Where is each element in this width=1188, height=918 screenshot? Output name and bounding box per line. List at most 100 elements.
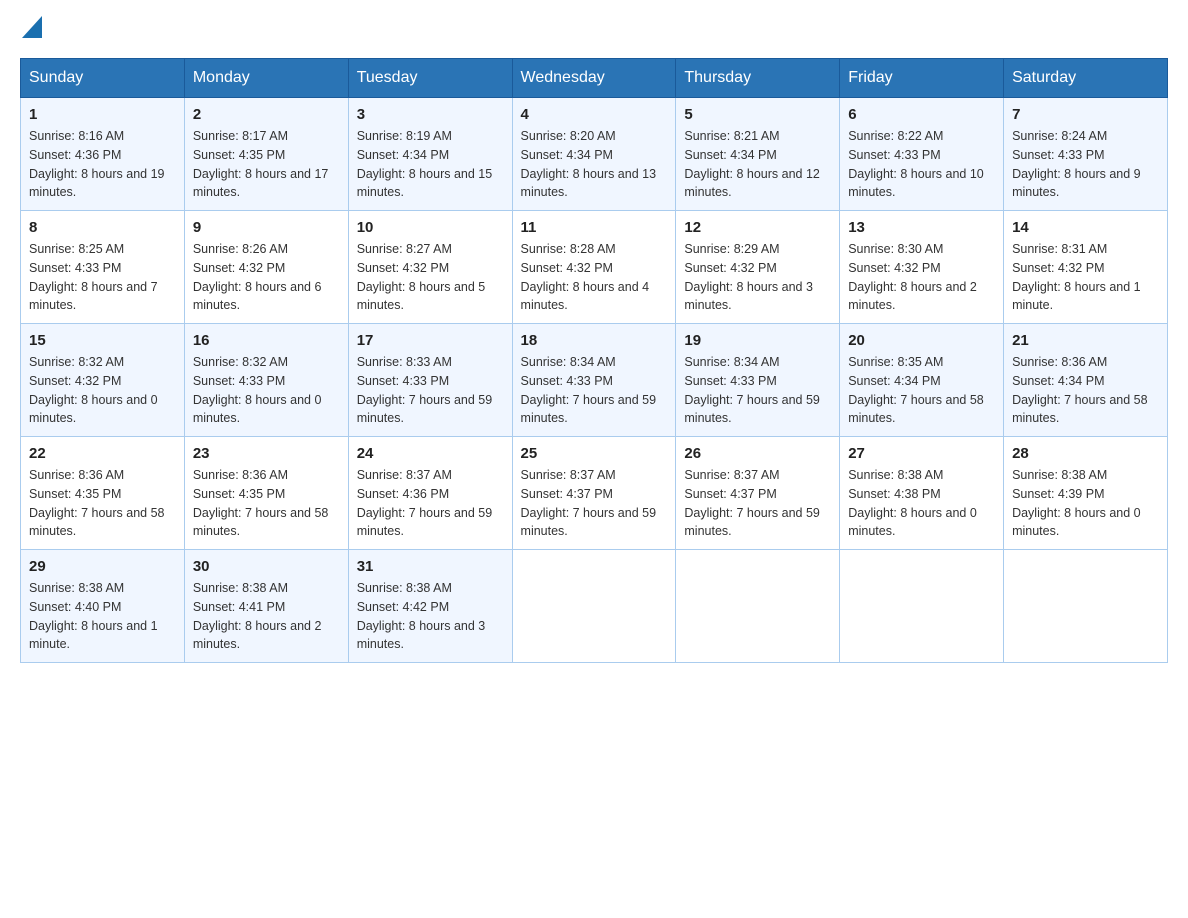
- day-info: Sunrise: 8:24 AMSunset: 4:33 PMDaylight:…: [1012, 127, 1159, 202]
- day-number: 1: [29, 106, 176, 123]
- calendar-cell: 29 Sunrise: 8:38 AMSunset: 4:40 PMDayligh…: [21, 550, 185, 663]
- day-number: 21: [1012, 332, 1159, 349]
- day-info: Sunrise: 8:37 AMSunset: 4:37 PMDaylight:…: [684, 466, 831, 541]
- logo-triangle-icon: [22, 16, 42, 38]
- calendar-cell: 16 Sunrise: 8:32 AMSunset: 4:33 PMDayligh…: [184, 324, 348, 437]
- day-info: Sunrise: 8:34 AMSunset: 4:33 PMDaylight:…: [684, 353, 831, 428]
- weekday-header-saturday: Saturday: [1004, 59, 1168, 98]
- day-number: 5: [684, 106, 831, 123]
- calendar-cell: [512, 550, 676, 663]
- day-number: 30: [193, 558, 340, 575]
- calendar-cell: [676, 550, 840, 663]
- week-row: 22 Sunrise: 8:36 AMSunset: 4:35 PMDayligh…: [21, 437, 1168, 550]
- day-number: 13: [848, 219, 995, 236]
- calendar-cell: 10 Sunrise: 8:27 AMSunset: 4:32 PMDayligh…: [348, 211, 512, 324]
- day-info: Sunrise: 8:36 AMSunset: 4:35 PMDaylight:…: [193, 466, 340, 541]
- day-number: 28: [1012, 445, 1159, 462]
- calendar-cell: 23 Sunrise: 8:36 AMSunset: 4:35 PMDayligh…: [184, 437, 348, 550]
- calendar-cell: 11 Sunrise: 8:28 AMSunset: 4:32 PMDayligh…: [512, 211, 676, 324]
- weekday-header-friday: Friday: [840, 59, 1004, 98]
- day-info: Sunrise: 8:38 AMSunset: 4:38 PMDaylight:…: [848, 466, 995, 541]
- day-info: Sunrise: 8:16 AMSunset: 4:36 PMDaylight:…: [29, 127, 176, 202]
- day-info: Sunrise: 8:37 AMSunset: 4:36 PMDaylight:…: [357, 466, 504, 541]
- day-info: Sunrise: 8:21 AMSunset: 4:34 PMDaylight:…: [684, 127, 831, 202]
- day-info: Sunrise: 8:20 AMSunset: 4:34 PMDaylight:…: [521, 127, 668, 202]
- day-info: Sunrise: 8:38 AMSunset: 4:40 PMDaylight:…: [29, 579, 176, 654]
- day-number: 14: [1012, 219, 1159, 236]
- day-number: 9: [193, 219, 340, 236]
- day-info: Sunrise: 8:26 AMSunset: 4:32 PMDaylight:…: [193, 240, 340, 315]
- calendar-cell: 19 Sunrise: 8:34 AMSunset: 4:33 PMDayligh…: [676, 324, 840, 437]
- day-info: Sunrise: 8:17 AMSunset: 4:35 PMDaylight:…: [193, 127, 340, 202]
- day-info: Sunrise: 8:33 AMSunset: 4:33 PMDaylight:…: [357, 353, 504, 428]
- day-number: 4: [521, 106, 668, 123]
- calendar-cell: 26Sunrise: 8:37 AMSunset: 4:37 PMDayligh…: [676, 437, 840, 550]
- calendar-cell: 17 Sunrise: 8:33 AMSunset: 4:33 PMDayligh…: [348, 324, 512, 437]
- day-info: Sunrise: 8:25 AMSunset: 4:33 PMDaylight:…: [29, 240, 176, 315]
- day-number: 18: [521, 332, 668, 349]
- calendar-cell: [1004, 550, 1168, 663]
- day-number: 16: [193, 332, 340, 349]
- day-number: 3: [357, 106, 504, 123]
- day-number: 22: [29, 445, 176, 462]
- day-info: Sunrise: 8:28 AMSunset: 4:32 PMDaylight:…: [521, 240, 668, 315]
- calendar-cell: 6 Sunrise: 8:22 AMSunset: 4:33 PMDaylight…: [840, 98, 1004, 211]
- week-row: 29 Sunrise: 8:38 AMSunset: 4:40 PMDayligh…: [21, 550, 1168, 663]
- calendar-cell: 28 Sunrise: 8:38 AMSunset: 4:39 PMDayligh…: [1004, 437, 1168, 550]
- calendar-cell: 22 Sunrise: 8:36 AMSunset: 4:35 PMDayligh…: [21, 437, 185, 550]
- day-info: Sunrise: 8:32 AMSunset: 4:33 PMDaylight:…: [193, 353, 340, 428]
- calendar-cell: 9 Sunrise: 8:26 AMSunset: 4:32 PMDaylight…: [184, 211, 348, 324]
- calendar-table: SundayMondayTuesdayWednesdayThursdayFrid…: [20, 58, 1168, 663]
- day-info: Sunrise: 8:29 AMSunset: 4:32 PMDaylight:…: [684, 240, 831, 315]
- calendar-cell: 31Sunrise: 8:38 AMSunset: 4:42 PMDayligh…: [348, 550, 512, 663]
- calendar-cell: 24 Sunrise: 8:37 AMSunset: 4:36 PMDayligh…: [348, 437, 512, 550]
- day-info: Sunrise: 8:35 AMSunset: 4:34 PMDaylight:…: [848, 353, 995, 428]
- calendar-cell: 21 Sunrise: 8:36 AMSunset: 4:34 PMDayligh…: [1004, 324, 1168, 437]
- day-info: Sunrise: 8:22 AMSunset: 4:33 PMDaylight:…: [848, 127, 995, 202]
- calendar-cell: 4 Sunrise: 8:20 AMSunset: 4:34 PMDaylight…: [512, 98, 676, 211]
- calendar-cell: 3Sunrise: 8:19 AMSunset: 4:34 PMDaylight…: [348, 98, 512, 211]
- day-info: Sunrise: 8:37 AMSunset: 4:37 PMDaylight:…: [521, 466, 668, 541]
- calendar-cell: 7 Sunrise: 8:24 AMSunset: 4:33 PMDaylight…: [1004, 98, 1168, 211]
- calendar-cell: 25Sunrise: 8:37 AMSunset: 4:37 PMDayligh…: [512, 437, 676, 550]
- weekday-header-row: SundayMondayTuesdayWednesdayThursdayFrid…: [21, 59, 1168, 98]
- day-number: 29: [29, 558, 176, 575]
- day-number: 11: [521, 219, 668, 236]
- weekday-header-thursday: Thursday: [676, 59, 840, 98]
- day-number: 7: [1012, 106, 1159, 123]
- day-number: 31: [357, 558, 504, 575]
- weekday-header-monday: Monday: [184, 59, 348, 98]
- page-header: [20, 20, 1168, 38]
- day-info: Sunrise: 8:32 AMSunset: 4:32 PMDaylight:…: [29, 353, 176, 428]
- calendar-cell: 20 Sunrise: 8:35 AMSunset: 4:34 PMDayligh…: [840, 324, 1004, 437]
- day-number: 10: [357, 219, 504, 236]
- day-number: 23: [193, 445, 340, 462]
- day-info: Sunrise: 8:38 AMSunset: 4:39 PMDaylight:…: [1012, 466, 1159, 541]
- day-number: 15: [29, 332, 176, 349]
- logo: [20, 20, 42, 38]
- weekday-header-sunday: Sunday: [21, 59, 185, 98]
- day-number: 19: [684, 332, 831, 349]
- calendar-cell: 5 Sunrise: 8:21 AMSunset: 4:34 PMDaylight…: [676, 98, 840, 211]
- day-number: 6: [848, 106, 995, 123]
- day-info: Sunrise: 8:27 AMSunset: 4:32 PMDaylight:…: [357, 240, 504, 315]
- day-number: 20: [848, 332, 995, 349]
- calendar-cell: 2Sunrise: 8:17 AMSunset: 4:35 PMDaylight…: [184, 98, 348, 211]
- calendar-cell: 14Sunrise: 8:31 AMSunset: 4:32 PMDayligh…: [1004, 211, 1168, 324]
- day-number: 8: [29, 219, 176, 236]
- day-number: 24: [357, 445, 504, 462]
- day-info: Sunrise: 8:38 AMSunset: 4:41 PMDaylight:…: [193, 579, 340, 654]
- calendar-cell: 27 Sunrise: 8:38 AMSunset: 4:38 PMDayligh…: [840, 437, 1004, 550]
- day-info: Sunrise: 8:36 AMSunset: 4:34 PMDaylight:…: [1012, 353, 1159, 428]
- day-number: 27: [848, 445, 995, 462]
- calendar-cell: [840, 550, 1004, 663]
- day-number: 12: [684, 219, 831, 236]
- day-info: Sunrise: 8:36 AMSunset: 4:35 PMDaylight:…: [29, 466, 176, 541]
- weekday-header-wednesday: Wednesday: [512, 59, 676, 98]
- calendar-cell: 8 Sunrise: 8:25 AMSunset: 4:33 PMDaylight…: [21, 211, 185, 324]
- week-row: 15 Sunrise: 8:32 AMSunset: 4:32 PMDayligh…: [21, 324, 1168, 437]
- calendar-cell: 1 Sunrise: 8:16 AMSunset: 4:36 PMDaylight…: [21, 98, 185, 211]
- day-number: 17: [357, 332, 504, 349]
- calendar-cell: 15 Sunrise: 8:32 AMSunset: 4:32 PMDayligh…: [21, 324, 185, 437]
- calendar-cell: 18Sunrise: 8:34 AMSunset: 4:33 PMDayligh…: [512, 324, 676, 437]
